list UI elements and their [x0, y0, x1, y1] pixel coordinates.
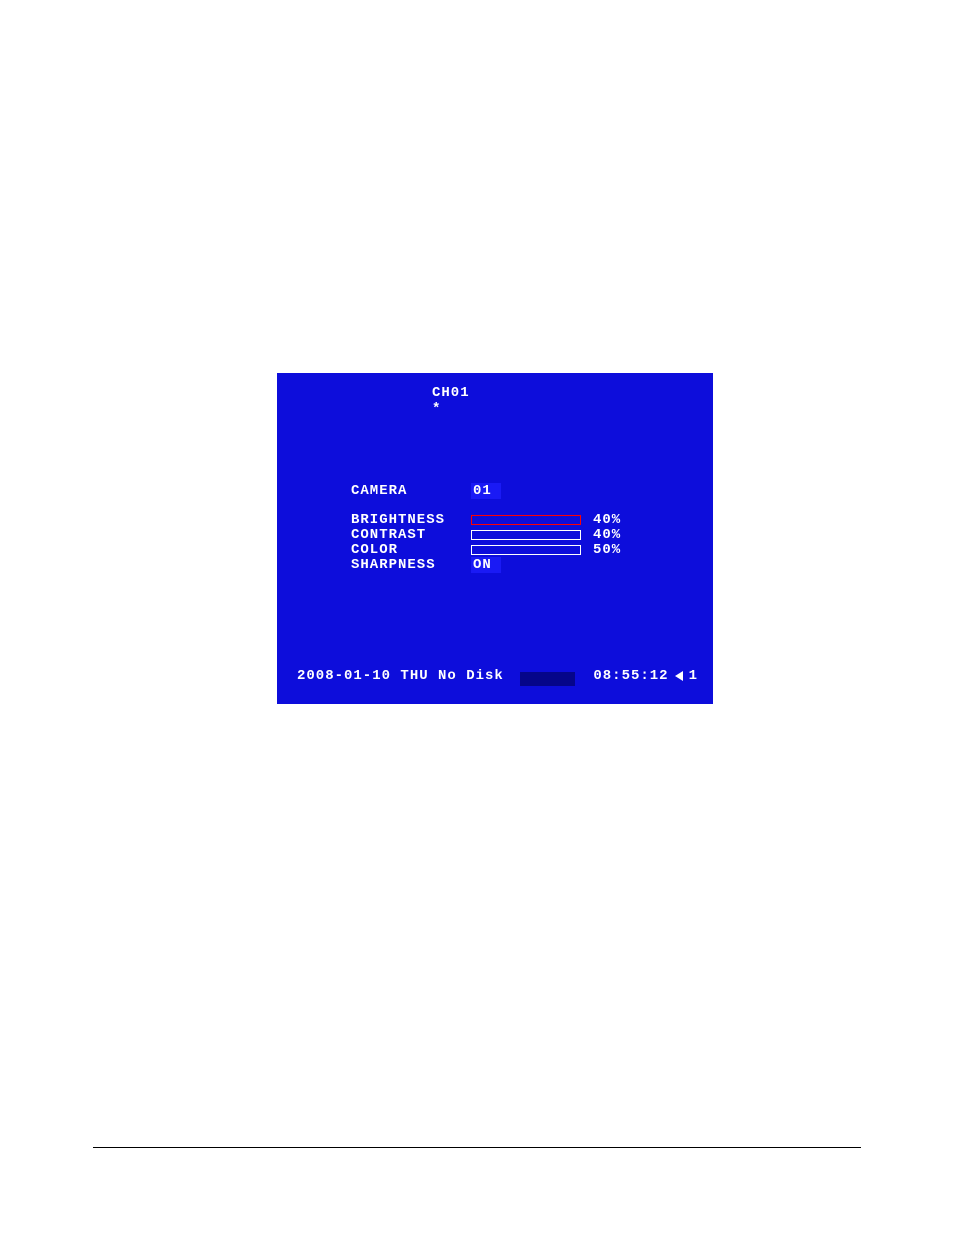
color-bar[interactable]	[471, 545, 581, 555]
brightness-label: BRIGHTNESS	[351, 512, 471, 528]
sharpness-label: SHARPNESS	[351, 557, 471, 573]
recording-indicator: *	[432, 401, 440, 417]
color-percent: 50%	[593, 542, 633, 558]
brightness-percent: 40%	[593, 512, 633, 528]
color-label: COLOR	[351, 542, 471, 558]
camera-label: CAMERA	[351, 483, 471, 499]
audio-channel: 1	[689, 668, 698, 684]
camera-value[interactable]: 01	[471, 483, 501, 499]
color-row[interactable]: COLOR 50%	[351, 542, 633, 557]
sharpness-value[interactable]: ON	[471, 557, 501, 573]
channel-label: CH01	[432, 385, 470, 401]
settings-panel: CAMERA 01 BRIGHTNESS 40% CONTRAST 40% CO…	[351, 483, 633, 572]
camera-row[interactable]: CAMERA 01	[351, 483, 633, 498]
status-right: 08:55:12 1	[593, 668, 698, 684]
contrast-bar[interactable]	[471, 530, 581, 540]
osd-screen: CH01 * CAMERA 01 BRIGHTNESS 40% CONTRAST…	[277, 373, 713, 704]
brightness-bar[interactable]	[471, 515, 581, 525]
contrast-percent: 40%	[593, 527, 633, 543]
sharpness-row[interactable]: SHARPNESS ON	[351, 557, 633, 572]
contrast-label: CONTRAST	[351, 527, 471, 543]
brightness-row[interactable]: BRIGHTNESS 40%	[351, 512, 633, 527]
footer-divider	[93, 1147, 861, 1148]
contrast-row[interactable]: CONTRAST 40%	[351, 527, 633, 542]
status-bar: 2008-01-10 THU No Disk 08:55:12 1	[297, 668, 698, 684]
status-datetime: 2008-01-10 THU No Disk	[297, 668, 504, 684]
status-time: 08:55:12	[593, 668, 668, 684]
speaker-icon	[675, 671, 683, 681]
